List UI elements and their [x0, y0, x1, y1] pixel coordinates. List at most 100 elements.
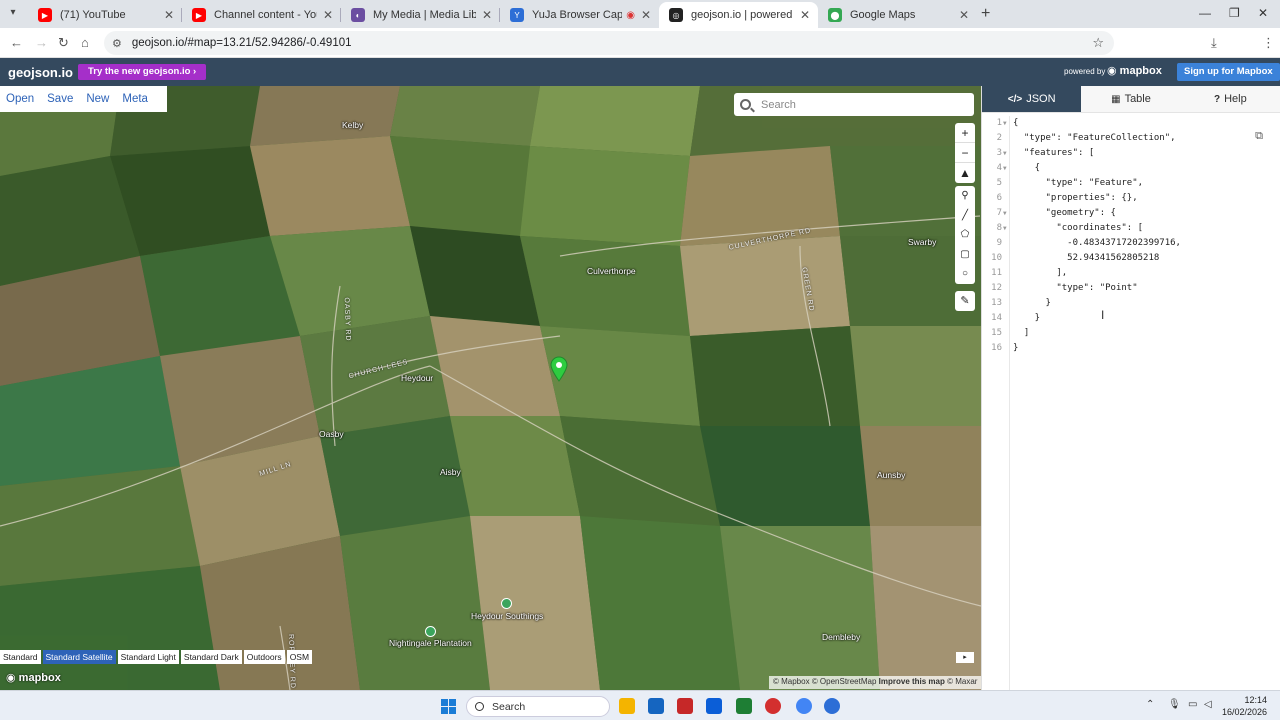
excel-icon[interactable] — [736, 698, 752, 714]
fold-toggle-icon[interactable]: ▼ — [1003, 221, 1007, 236]
fold-toggle-icon[interactable]: ▼ — [1003, 206, 1007, 221]
chrome-icon[interactable] — [796, 698, 812, 714]
browser-tab[interactable]: ◐ My Media | Media Library | Uni ✕ — [341, 2, 500, 28]
line-number: 1 — [996, 118, 1002, 128]
style-outdoors[interactable]: Outdoors — [243, 650, 285, 664]
app-logo[interactable]: geojson.io — [8, 65, 73, 80]
maximize-icon[interactable]: ❐ — [1229, 6, 1240, 20]
close-tab-icon[interactable]: ✕ — [482, 8, 492, 22]
url-field[interactable]: ⚙ geojson.io/#map=13.21/52.94286/-0.4910… — [104, 31, 1114, 55]
close-window-icon[interactable]: ✕ — [1258, 6, 1268, 20]
outlook-icon[interactable] — [706, 698, 722, 714]
map-attribution: © Mapbox © OpenStreetMap Improve this ma… — [769, 676, 981, 689]
draw-circle-icon[interactable]: ○ — [955, 264, 975, 284]
browser-tab[interactable]: Y YuJa Browser Capture Studi ◉ ✕ — [500, 2, 659, 28]
tab-title: Channel content - YouTube Stu — [214, 9, 317, 21]
back-icon[interactable]: ← — [10, 35, 23, 50]
open-menu[interactable]: Open — [6, 93, 34, 105]
mapbox-map-logo[interactable]: ◉ mapbox — [6, 671, 61, 684]
meta-menu[interactable]: Meta — [122, 93, 148, 105]
app-icon[interactable] — [677, 698, 693, 714]
try-new-geojson-button[interactable]: Try the new geojson.io › — [78, 64, 207, 80]
fold-toggle-icon[interactable]: ▼ — [1003, 146, 1007, 161]
browser-menu-icon[interactable]: ⋮ — [1262, 35, 1275, 51]
attribution-maxar-link[interactable]: © Maxar — [947, 677, 977, 686]
code-text: } — [1013, 298, 1051, 308]
file-explorer-icon[interactable] — [619, 698, 635, 714]
download-icon[interactable]: ⤓ — [1211, 35, 1217, 51]
road-label: OASBY RD — [342, 297, 352, 342]
reload-icon[interactable]: ↻ — [58, 35, 69, 51]
clock[interactable]: 12:14 16/02/2026 — [1222, 694, 1267, 718]
fold-toggle-icon[interactable]: ▼ — [1003, 161, 1007, 176]
yuja-icon[interactable] — [824, 698, 840, 714]
tab-help[interactable]: ? Help — [1181, 86, 1280, 112]
code-text: "type": "Feature", — [1013, 178, 1144, 188]
map-canvas[interactable]: Open Save New Meta Search + − ▲ ⚲ ╱ ⬠ ▢ … — [0, 86, 981, 690]
draw-rectangle-icon[interactable]: ▢ — [955, 245, 975, 265]
line-number: 11 — [991, 268, 1002, 278]
close-tab-icon[interactable]: ✕ — [800, 8, 810, 22]
microphone-icon[interactable]: 🎙 — [1168, 699, 1181, 710]
attribution-mapbox-link[interactable]: © Mapbox — [773, 677, 810, 686]
style-standard-dark[interactable]: Standard Dark — [180, 650, 242, 664]
browser-tab-active[interactable]: ◎ geojson.io | powered by Mapb ✕ — [659, 2, 818, 28]
tab-search-icon[interactable]: ▾ — [6, 6, 20, 20]
code-line: 7 ▼ "geometry": { — [982, 206, 1280, 221]
draw-marker-icon[interactable]: ⚲ — [955, 186, 975, 206]
fold-toggle-icon[interactable]: ▼ — [1003, 116, 1007, 131]
map-search-input[interactable]: Search — [734, 93, 974, 116]
taskbar-search[interactable]: Search — [466, 696, 610, 717]
place-label: Heydour — [401, 373, 434, 383]
style-standard-light[interactable]: Standard Light — [117, 650, 179, 664]
save-menu[interactable]: Save — [47, 93, 73, 105]
tab-table[interactable]: ▦ Table — [1081, 86, 1180, 112]
home-icon[interactable]: ⌂ — [81, 35, 89, 50]
word-icon[interactable] — [648, 698, 664, 714]
style-standard[interactable]: Standard — [0, 650, 41, 664]
close-tab-icon[interactable]: ✕ — [641, 8, 651, 22]
acrobat-icon[interactable] — [765, 698, 781, 714]
bookmark-star-icon[interactable]: ☆ — [1092, 35, 1104, 51]
browser-tab[interactable]: ▶ (71) YouTube ✕ — [28, 2, 182, 28]
park-poi-icon[interactable] — [501, 598, 512, 609]
collapse-panel-icon[interactable]: ▸ — [956, 652, 974, 663]
browser-tab[interactable]: ⬤ Google Maps ✕ — [818, 2, 977, 28]
minimize-icon[interactable]: — — [1199, 6, 1211, 20]
signup-mapbox-button[interactable]: Sign up for Mapbox — [1177, 63, 1280, 81]
site-info-icon[interactable]: ⚙ — [112, 37, 122, 50]
network-icon[interactable]: ▭ — [1188, 699, 1197, 710]
zoom-out-icon[interactable]: − — [955, 143, 975, 163]
browser-tab[interactable]: ▶ Channel content - YouTube Stu ✕ — [182, 2, 341, 28]
json-editor[interactable]: 1 ▼{2 "type": "FeatureCollection", 3 ▼ "fea… — [982, 116, 1280, 356]
compass-icon[interactable]: ▲ — [955, 163, 975, 183]
new-menu[interactable]: New — [86, 93, 109, 105]
close-tab-icon[interactable]: ✕ — [959, 8, 969, 22]
close-tab-icon[interactable]: ✕ — [164, 8, 174, 22]
style-osm[interactable]: OSM — [286, 650, 313, 664]
edit-layers-icon[interactable]: ✎ — [955, 291, 975, 311]
tray-chevron-icon[interactable]: ⌃ — [1146, 699, 1154, 710]
windows-start-icon[interactable] — [441, 699, 456, 714]
code-line: 5 "type": "Feature", — [982, 176, 1280, 191]
mapbox-logo[interactable]: ◉ mapbox — [1107, 64, 1162, 77]
point-marker-icon[interactable] — [550, 356, 568, 382]
style-standard-satellite[interactable]: Standard Satellite — [42, 650, 116, 664]
copy-icon[interactable]: ⧉ — [1251, 128, 1267, 144]
volume-icon[interactable]: ◁ — [1204, 699, 1212, 710]
improve-map-link[interactable]: Improve this map — [879, 677, 945, 686]
close-tab-icon[interactable]: ✕ — [323, 8, 333, 22]
forward-icon[interactable]: → — [35, 35, 48, 50]
park-poi-icon[interactable] — [425, 626, 436, 637]
code-line: 15 ] — [982, 326, 1280, 341]
draw-line-icon[interactable]: ╱ — [955, 206, 975, 226]
tab-json[interactable]: </> JSON — [982, 86, 1082, 112]
draw-polygon-icon[interactable]: ⬠ — [955, 225, 975, 245]
new-tab-icon[interactable]: + — [981, 5, 990, 23]
text-cursor-icon: I — [1101, 308, 1105, 322]
attribution-osm-link[interactable]: © OpenStreetMap — [812, 677, 877, 686]
zoom-in-icon[interactable]: + — [955, 123, 975, 143]
taskbar: Search ⌃ 🎙 ▭ ◁ 12:14 16/02/2026 — [0, 690, 1280, 720]
geojson-icon: ◎ — [669, 8, 683, 22]
code-line: 6 "properties": {}, — [982, 191, 1280, 206]
